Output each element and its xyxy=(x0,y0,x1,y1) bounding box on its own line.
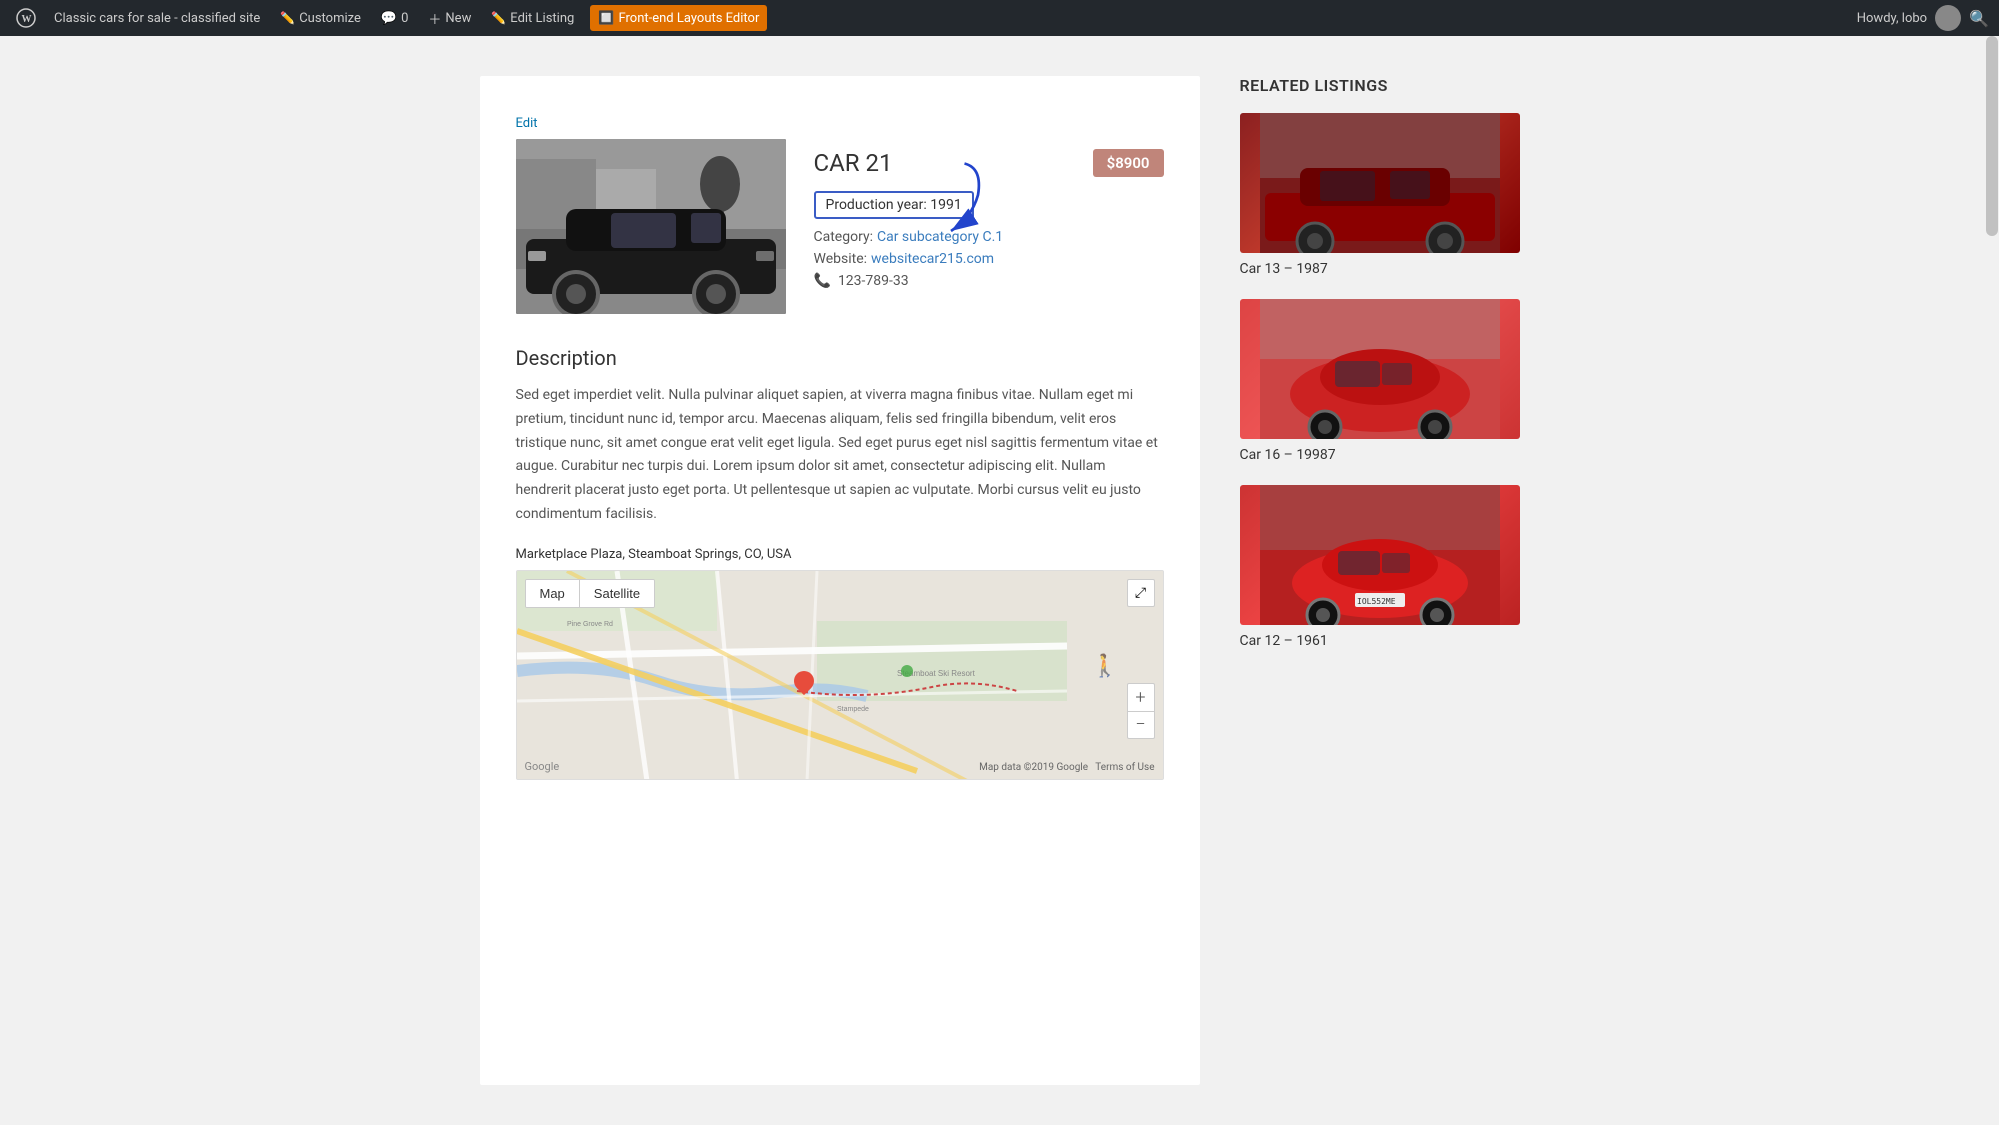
edit-listing-link[interactable]: ✏️ Edit Listing xyxy=(483,0,582,36)
comment-icon: 💬 xyxy=(381,11,397,26)
listing-info: CAR 21 $8900 Production year: 1991 Categ… xyxy=(814,139,1164,314)
comments-link[interactable]: 💬 0 xyxy=(373,0,417,36)
admin-avatar xyxy=(1935,5,1961,31)
car-image-inner xyxy=(516,139,786,314)
site-name-link[interactable]: Classic cars for sale - classified site xyxy=(46,0,268,36)
car-image-3: IOL552ME xyxy=(1240,485,1520,625)
listing-price: $8900 xyxy=(1093,149,1164,177)
admin-bar: W Classic cars for sale - classified sit… xyxy=(0,0,1999,36)
listing-image xyxy=(516,139,786,314)
plus-icon: ＋ xyxy=(428,9,441,28)
map-expand-button[interactable]: ⤢ xyxy=(1127,579,1155,607)
website-row: Website: websitecar215.com xyxy=(814,251,1164,267)
related-item-3-image: IOL552ME xyxy=(1240,485,1520,625)
site-name: Classic cars for sale - classified site xyxy=(54,11,260,26)
category-row: Category: Car subcategory C.1 xyxy=(814,229,1164,245)
pegman-icon[interactable]: 🚶 xyxy=(1091,654,1118,679)
related-item-3-title: Car 12 – 1961 xyxy=(1240,633,1520,649)
map-address: Marketplace Plaza, Steamboat Springs, CO… xyxy=(516,547,1164,562)
related-item-1-title: Car 13 – 1987 xyxy=(1240,261,1520,277)
car-image-2 xyxy=(1240,299,1520,439)
admin-bar-right: Howdy, lobo 🔍 xyxy=(1857,5,1989,31)
website-value[interactable]: websitecar215.com xyxy=(871,251,994,267)
map-zoom-out[interactable]: − xyxy=(1127,711,1155,739)
svg-text:Stampede: Stampede xyxy=(837,706,869,713)
customize-link[interactable]: ✏️ Customize xyxy=(272,0,369,36)
svg-text:W: W xyxy=(22,14,32,25)
sidebar: RELATED LISTINGS xyxy=(1240,76,1520,1085)
edit-link[interactable]: Edit xyxy=(516,116,1164,131)
related-item-2[interactable]: Car 16 – 19987 xyxy=(1240,299,1520,463)
listing-title: CAR 21 xyxy=(814,149,893,177)
car-image-1 xyxy=(1240,113,1520,253)
website-label: Website: xyxy=(814,251,868,267)
listing-header: CAR 21 $8900 Production year: 1991 Categ… xyxy=(516,139,1164,314)
main-content: Edit xyxy=(480,76,1200,1085)
related-item-2-title: Car 16 – 19987 xyxy=(1240,447,1520,463)
production-year-badge: Production year: 1991 xyxy=(814,191,974,219)
related-item-3[interactable]: IOL552ME Car 12 – 1961 xyxy=(1240,485,1520,649)
map-footer-text: Map data ©2019 Google Terms of Use xyxy=(979,762,1154,773)
svg-text:IOL552ME: IOL552ME xyxy=(1357,597,1396,606)
phone-row: 📞 123-789-33 xyxy=(814,273,1164,289)
related-item-1[interactable]: Car 13 – 1987 xyxy=(1240,113,1520,277)
scrollbar-track xyxy=(1985,36,1999,1125)
edit-pencil-icon: ✏️ xyxy=(491,11,506,25)
wp-logo[interactable]: W xyxy=(10,0,42,36)
map-zoom-in[interactable]: + xyxy=(1127,683,1155,711)
related-item-1-image xyxy=(1240,113,1520,253)
category-value[interactable]: Car subcategory C.1 xyxy=(877,229,1003,245)
phone-number: 123-789-33 xyxy=(838,273,909,289)
map-tab-satellite[interactable]: Satellite xyxy=(580,580,654,607)
description-title: Description xyxy=(516,346,1164,370)
map-zoom-controls: + − xyxy=(1127,683,1155,739)
scrollbar-thumb[interactable] xyxy=(1986,36,1998,236)
map-tab-map[interactable]: Map xyxy=(526,580,580,607)
new-link[interactable]: ＋ New xyxy=(420,0,479,36)
related-listings-title: RELATED LISTINGS xyxy=(1240,76,1520,95)
frontend-editor-button[interactable]: 🔲 Front-end Layouts Editor xyxy=(590,5,767,31)
customize-pencil-icon: ✏️ xyxy=(280,11,295,25)
map-container: Steamboat Ski Resort Pine Grove Rd Stamp… xyxy=(516,570,1164,780)
description-section: Description Sed eget imperdiet velit. Nu… xyxy=(516,346,1164,780)
description-text: Sed eget imperdiet velit. Nulla pulvinar… xyxy=(516,384,1164,527)
svg-text:Pine Grove Rd: Pine Grove Rd xyxy=(567,621,613,628)
howdy-text: Howdy, lobo xyxy=(1857,11,1927,26)
map-tab-controls: Map Satellite xyxy=(525,579,656,608)
search-icon[interactable]: 🔍 xyxy=(1969,9,1989,28)
page-wrapper: Edit xyxy=(0,36,1999,1125)
map-marker xyxy=(794,671,814,697)
listing-title-row: CAR 21 $8900 xyxy=(814,149,1164,177)
category-label: Category: xyxy=(814,229,873,245)
layout-icon: 🔲 xyxy=(598,11,614,26)
related-item-2-image xyxy=(1240,299,1520,439)
google-logo: Google xyxy=(525,760,560,773)
phone-icon: 📞 xyxy=(814,273,831,289)
